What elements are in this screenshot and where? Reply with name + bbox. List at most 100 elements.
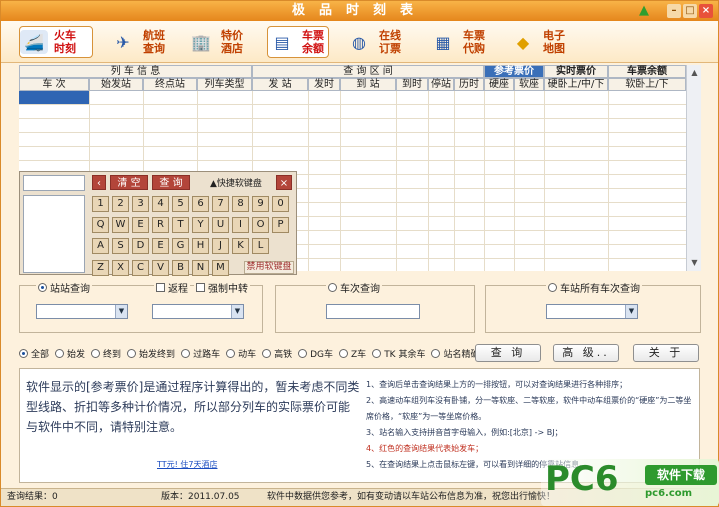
col-terminal[interactable]: 终点站 [143, 78, 197, 91]
keyboard-key[interactable]: 6 [192, 196, 209, 212]
keyboard-key[interactable]: K [232, 238, 249, 254]
return-trip-checkbox[interactable]: 返程 [154, 280, 190, 295]
advanced-button[interactable]: 高 级.. [553, 344, 619, 362]
keyboard-key[interactable]: 5 [172, 196, 189, 212]
keyboard-key[interactable]: M [212, 260, 229, 276]
filter-passing[interactable]: 过路车 [181, 347, 220, 360]
keyboard-key[interactable]: T [172, 217, 189, 233]
keyboard-key[interactable]: E [132, 217, 149, 233]
clear-button[interactable]: 清 空 [110, 175, 148, 190]
backspace-button[interactable]: ‹ [92, 175, 106, 190]
filter-terminal[interactable]: 终到 [91, 347, 121, 360]
keyboard-key[interactable]: Z [92, 260, 109, 276]
station-combo[interactable]: ▼ [546, 304, 638, 319]
all-trains-radio[interactable]: 车站所有车次查询 [546, 280, 642, 295]
col-train-no[interactable]: 车 次 [19, 78, 89, 91]
train-query-radio[interactable]: 车次查询 [326, 280, 382, 295]
keyboard-key[interactable]: N [192, 260, 209, 276]
filter-tk-other[interactable]: TK 其余车 [372, 347, 425, 360]
keyboard-key[interactable]: 0 [272, 196, 289, 212]
keyboard-key[interactable]: W [112, 217, 129, 233]
tool-hotel[interactable]: 🏢 特价酒店 [187, 26, 247, 58]
table-row[interactable] [19, 147, 686, 161]
tool-train-schedule[interactable]: 🚄 火车时刻 [19, 26, 93, 58]
filter-z[interactable]: Z车 [339, 347, 366, 360]
col-duration[interactable]: 历时 [454, 78, 484, 91]
keyboard-key[interactable]: 2 [112, 196, 129, 212]
keyboard-key[interactable]: 4 [152, 196, 169, 212]
keyboard-key[interactable]: O [252, 217, 269, 233]
keyboard-key[interactable]: P [272, 217, 289, 233]
col-depart-station[interactable]: 发 站 [252, 78, 308, 91]
keyboard-key[interactable]: 1 [92, 196, 109, 212]
keyboard-key[interactable]: 9 [252, 196, 269, 212]
keyboard-input[interactable] [23, 175, 85, 191]
tool-ticket-balance[interactable]: ▤ 车票余额 [267, 26, 329, 58]
maximize-button[interactable]: □ [683, 4, 697, 18]
query-button[interactable]: 查 询 [475, 344, 541, 362]
keyboard-key[interactable]: V [152, 260, 169, 276]
from-station-combo[interactable]: ▼ [36, 304, 128, 319]
keyboard-key[interactable]: H [192, 238, 209, 254]
chevron-down-icon[interactable]: ▼ [115, 305, 127, 318]
vertical-scrollbar[interactable]: ▲ ▼ [686, 65, 701, 271]
table-row[interactable] [19, 105, 686, 119]
tool-map[interactable]: ◆ 电子地图 [509, 26, 571, 58]
table-row[interactable] [19, 91, 686, 105]
keyboard-key[interactable]: C [132, 260, 149, 276]
col-train-type[interactable]: 列车类型 [197, 78, 252, 91]
to-station-combo[interactable]: ▼ [152, 304, 244, 319]
col-hard-seat[interactable]: 硬座 [484, 78, 514, 91]
keyboard-key[interactable]: D [132, 238, 149, 254]
col-arrive-station[interactable]: 到 站 [340, 78, 396, 91]
keyboard-key[interactable]: 8 [232, 196, 249, 212]
col-soft-sleeper[interactable]: 软卧上/下 [608, 78, 686, 91]
filter-emu[interactable]: 动车 [226, 347, 256, 360]
keyboard-key[interactable]: L [252, 238, 269, 254]
filter-dg[interactable]: DG车 [298, 347, 333, 360]
chevron-down-icon[interactable]: ▼ [231, 305, 243, 318]
disable-keyboard-button[interactable]: 禁用软键盘 [244, 261, 294, 274]
keyboard-key[interactable]: U [212, 217, 229, 233]
keyboard-key[interactable]: 7 [212, 196, 229, 212]
force-transfer-checkbox[interactable]: 强制中转 [194, 280, 250, 295]
table-row[interactable] [19, 119, 686, 133]
filter-high-speed[interactable]: 高铁 [262, 347, 292, 360]
col-depart-time[interactable]: 发时 [308, 78, 340, 91]
keyboard-close-button[interactable]: × [276, 175, 292, 190]
close-button[interactable]: × [699, 4, 713, 18]
keyboard-key[interactable]: S [112, 238, 129, 254]
keyboard-key[interactable]: G [172, 238, 189, 254]
col-stops[interactable]: 停站 [428, 78, 454, 91]
train-number-input[interactable] [326, 304, 420, 319]
keyboard-key[interactable]: I [232, 217, 249, 233]
keyboard-key[interactable]: X [112, 260, 129, 276]
keyboard-query-button[interactable]: 查 询 [152, 175, 190, 190]
col-soft-seat[interactable]: 软座 [514, 78, 544, 91]
chevron-down-icon[interactable]: ▼ [625, 305, 637, 318]
keyboard-suggestion-list[interactable] [23, 195, 85, 273]
tool-online-booking[interactable]: ◍ 在线订票 [345, 26, 407, 58]
col-origin[interactable]: 始发站 [89, 78, 143, 91]
keyboard-key[interactable]: B [172, 260, 189, 276]
tool-flight-query[interactable]: ✈ 航班查询 [109, 26, 169, 58]
tool-ticket-agent[interactable]: ▦ 车票代购 [429, 26, 491, 58]
hotel-ad-link[interactable]: TT元! 住7天酒店 [157, 459, 217, 470]
keyboard-key[interactable]: E [152, 238, 169, 254]
update-icon[interactable]: ▲ [637, 4, 651, 18]
scroll-down-icon[interactable]: ▼ [689, 257, 700, 268]
keyboard-key[interactable]: R [152, 217, 169, 233]
keyboard-key[interactable]: J [212, 238, 229, 254]
col-hard-sleeper[interactable]: 硬卧上/中/下 [544, 78, 608, 91]
keyboard-key[interactable]: 3 [132, 196, 149, 212]
col-arrive-time[interactable]: 到时 [396, 78, 428, 91]
keyboard-key[interactable]: Q [92, 217, 109, 233]
keyboard-key[interactable]: A [92, 238, 109, 254]
minimize-button[interactable]: – [667, 4, 681, 18]
filter-origin-terminal[interactable]: 始发终到 [127, 347, 175, 360]
keyboard-key[interactable]: Y [192, 217, 209, 233]
scroll-up-icon[interactable]: ▲ [689, 67, 700, 78]
about-button[interactable]: 关 于 [633, 344, 699, 362]
station-query-radio[interactable]: 站站查询 [36, 280, 92, 295]
table-row[interactable] [19, 133, 686, 147]
